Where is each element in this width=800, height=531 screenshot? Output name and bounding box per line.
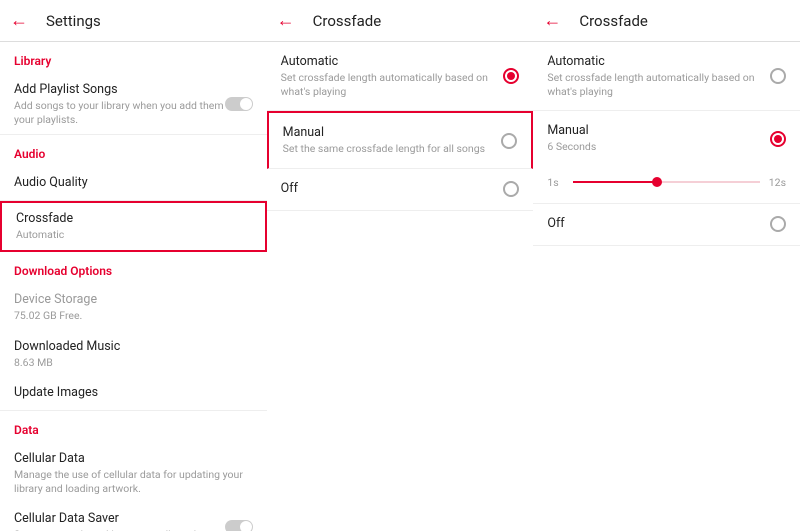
row-title: Cellular Data Saver	[14, 511, 253, 526]
settings-header: ← Settings	[0, 0, 267, 42]
radio-automatic[interactable]	[503, 68, 519, 84]
option-off[interactable]: Off	[267, 169, 534, 211]
option-subtitle: Set crossfade length automatically based…	[547, 71, 786, 98]
row-downloaded-music[interactable]: Downloaded Music 8.63 MB	[0, 331, 267, 378]
page-title: Settings	[46, 12, 101, 30]
radio-off[interactable]	[503, 181, 519, 197]
back-arrow-icon[interactable]: ←	[277, 10, 295, 31]
option-title: Off	[547, 216, 786, 231]
section-library: Library	[0, 42, 267, 74]
option-title: Automatic	[281, 54, 520, 69]
option-manual[interactable]: Manual Set the same crossfade length for…	[267, 111, 534, 169]
settings-list: Library Add Playlist Songs Add songs to …	[0, 42, 267, 531]
row-subtitle: Add songs to your library when you add t…	[14, 99, 253, 126]
row-title: Device Storage	[14, 292, 253, 307]
toggle-data-saver[interactable]	[225, 520, 253, 531]
row-subtitle: Manage the use of cellular data for upda…	[14, 468, 253, 495]
option-title: Manual	[547, 123, 786, 138]
crossfade-slider-row: 1s 12s	[533, 166, 800, 204]
slider-min-label: 1s	[547, 176, 567, 189]
row-subtitle: 75.02 GB Free.	[14, 309, 253, 323]
row-title: Crossfade	[16, 211, 251, 226]
section-download: Download Options	[0, 252, 267, 284]
option-title: Off	[281, 181, 520, 196]
option-automatic[interactable]: Automatic Set crossfade length automatic…	[533, 42, 800, 111]
radio-manual[interactable]	[770, 131, 786, 147]
radio-automatic[interactable]	[770, 68, 786, 84]
row-subtitle: Automatic	[16, 228, 251, 242]
crossfade-header: ← Crossfade	[533, 0, 800, 42]
radio-off[interactable]	[770, 216, 786, 232]
slider-max-label: 12s	[766, 176, 786, 189]
option-automatic[interactable]: Automatic Set crossfade length automatic…	[267, 42, 534, 111]
row-audio-quality[interactable]: Audio Quality	[0, 167, 267, 201]
option-manual[interactable]: Manual 6 Seconds	[533, 111, 800, 166]
option-title: Manual	[283, 125, 518, 140]
row-add-playlist-songs[interactable]: Add Playlist Songs Add songs to your lib…	[0, 74, 267, 135]
option-off[interactable]: Off	[533, 204, 800, 246]
row-title: Add Playlist Songs	[14, 82, 253, 97]
back-arrow-icon[interactable]: ←	[543, 10, 561, 31]
option-title: Automatic	[547, 54, 786, 69]
page-title: Crossfade	[579, 12, 648, 30]
row-title: Audio Quality	[14, 175, 253, 190]
row-cellular-data[interactable]: Cellular Data Manage the use of cellular…	[0, 443, 267, 503]
option-subtitle: Set the same crossfade length for all so…	[283, 142, 518, 156]
row-title: Update Images	[14, 385, 253, 400]
row-title: Downloaded Music	[14, 339, 253, 354]
crossfade-header: ← Crossfade	[267, 0, 534, 42]
row-cellular-data-saver[interactable]: Cellular Data Saver Sets your music and …	[0, 503, 267, 531]
section-audio: Audio	[0, 135, 267, 167]
settings-panel: ← Settings Library Add Playlist Songs Ad…	[0, 0, 267, 531]
slider-thumb-icon[interactable]	[652, 177, 662, 187]
page-title: Crossfade	[313, 12, 382, 30]
row-update-images[interactable]: Update Images	[0, 377, 267, 411]
row-crossfade[interactable]: Crossfade Automatic	[0, 201, 267, 252]
row-subtitle: 8.63 MB	[14, 356, 253, 370]
crossfade-panel-manual: ← Crossfade Automatic Set crossfade leng…	[533, 0, 800, 531]
option-subtitle: Set crossfade length automatically based…	[281, 71, 520, 98]
row-title: Cellular Data	[14, 451, 253, 466]
section-data: Data	[0, 411, 267, 443]
row-device-storage[interactable]: Device Storage 75.02 GB Free.	[0, 284, 267, 331]
crossfade-panel-auto: ← Crossfade Automatic Set crossfade leng…	[267, 0, 534, 531]
toggle-add-playlist[interactable]	[225, 97, 253, 111]
slider-fill	[573, 181, 657, 183]
option-subtitle: 6 Seconds	[547, 140, 786, 154]
crossfade-slider[interactable]	[573, 181, 760, 183]
radio-manual[interactable]	[501, 133, 517, 149]
back-arrow-icon[interactable]: ←	[10, 10, 28, 31]
